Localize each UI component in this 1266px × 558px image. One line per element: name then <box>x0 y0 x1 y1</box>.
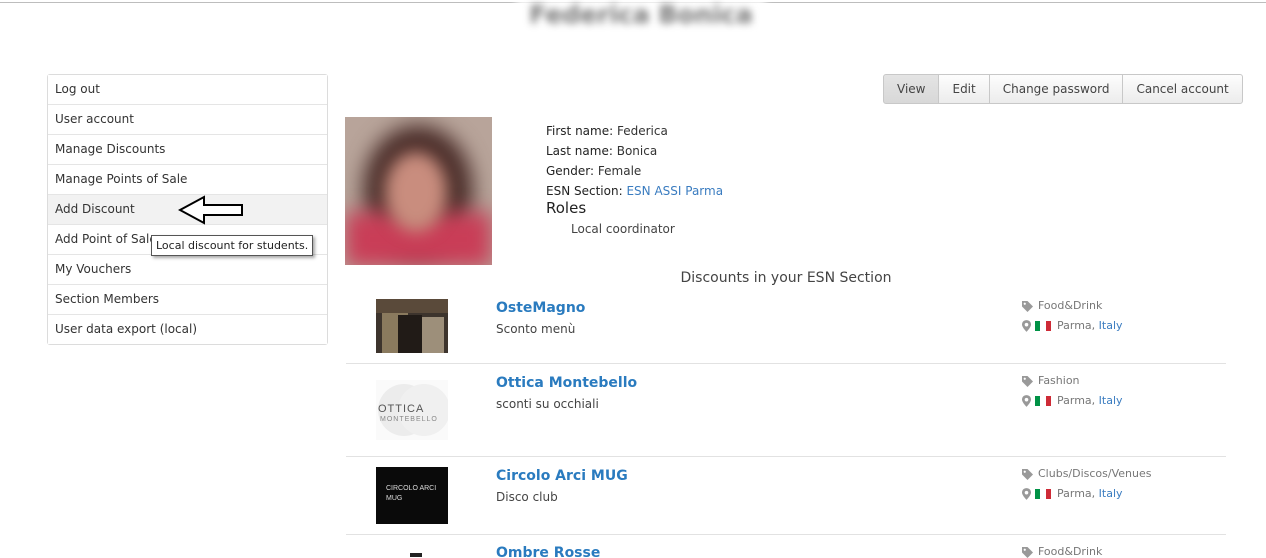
discount-thumbnail[interactable] <box>376 299 448 353</box>
discount-country-link[interactable]: Italy <box>1099 316 1123 336</box>
italy-flag-icon <box>1035 321 1051 331</box>
discount-item: Ombre Rosse Food&Drink <box>346 535 1226 558</box>
discount-item: CIRCOLO ARCI MUG Circolo Arci MUG Disco … <box>346 457 1226 535</box>
last-name-row: Last name: Bonica <box>546 141 723 161</box>
tooltip: Local discount for students. <box>151 235 314 256</box>
esn-section-label: ESN Section: <box>546 184 623 198</box>
gender-value: Female <box>597 164 642 178</box>
discount-subtitle: Disco club <box>496 490 558 504</box>
discount-city: Parma <box>1057 487 1092 500</box>
tag-icon <box>1022 300 1033 312</box>
avatar <box>345 117 492 265</box>
menu-item-my-vouchers[interactable]: My Vouchers <box>48 255 327 285</box>
user-name-heading: Federica Bonica <box>516 0 766 30</box>
discount-item: OsteMagno Sconto menù Food&Drink Parma, … <box>346 289 1226 364</box>
logo-text: OTTICA <box>378 403 425 415</box>
menu-item-manage-discounts[interactable]: Manage Discounts <box>48 135 327 165</box>
first-name-label: First name: <box>546 124 614 138</box>
gender-row: Gender: Female <box>546 161 723 181</box>
discount-thumbnail[interactable]: OTTICA MONTEBELLO <box>376 380 448 440</box>
tag-icon <box>1022 375 1033 387</box>
discount-category: Food&Drink <box>1038 299 1103 312</box>
first-name-value: Federica <box>616 124 668 138</box>
discount-item: OTTICA MONTEBELLO Ottica Montebello scon… <box>346 364 1226 457</box>
role-item: Local coordinator <box>571 222 675 236</box>
discount-title[interactable]: Ombre Rosse <box>496 545 600 558</box>
esn-section-link[interactable]: ESN ASSI Parma <box>626 184 723 198</box>
location-pin-icon <box>1022 488 1031 500</box>
profile-info: First name: Federica Last name: Bonica G… <box>546 121 723 201</box>
last-name-value: Bonica <box>616 144 658 158</box>
logo-subtext: MUG <box>386 495 403 502</box>
italy-flag-icon <box>1035 489 1051 499</box>
menu-item-section-members[interactable]: Section Members <box>48 285 327 315</box>
tab-view[interactable]: View <box>883 74 940 104</box>
tab-cancel-account[interactable]: Cancel account <box>1122 74 1243 104</box>
menu-item-user-data-export[interactable]: User data export (local) <box>48 315 327 344</box>
italy-flag-icon <box>1035 396 1051 406</box>
account-tabs: View Edit Change password Cancel account <box>883 74 1243 104</box>
tag-icon <box>1022 546 1033 558</box>
first-name-row: First name: Federica <box>546 121 723 141</box>
discount-title[interactable]: OsteMagno <box>496 300 585 316</box>
tab-edit[interactable]: Edit <box>938 74 990 104</box>
discount-meta: Clubs/Discos/Venues Parma, Italy <box>1022 464 1151 504</box>
discounts-heading: Discounts in your ESN Section <box>680 270 892 286</box>
location-pin-icon <box>1022 320 1031 332</box>
location-pin-icon <box>1022 395 1031 407</box>
discount-meta: Food&Drink Parma, Italy <box>1022 296 1123 336</box>
discount-meta: Food&Drink <box>1022 542 1102 558</box>
menu-item-manage-points-of-sale[interactable]: Manage Points of Sale <box>48 165 327 195</box>
discount-thumbnail[interactable] <box>376 547 448 558</box>
discount-country-link[interactable]: Italy <box>1099 391 1123 411</box>
roles-heading: Roles <box>546 199 587 217</box>
menu-item-user-account[interactable]: User account <box>48 105 327 135</box>
discount-subtitle: sconti su occhiali <box>496 397 599 411</box>
pointer-arrow-icon <box>178 195 243 225</box>
discount-city: Parma <box>1057 319 1092 332</box>
gender-label: Gender: <box>546 164 595 178</box>
discount-title[interactable]: Circolo Arci MUG <box>496 468 628 484</box>
logo-subtext: MONTEBELLO <box>380 416 438 423</box>
menu-item-log-out[interactable]: Log out <box>48 75 327 105</box>
discount-category: Fashion <box>1038 374 1080 387</box>
logo-text: CIRCOLO ARCI <box>386 485 437 492</box>
last-name-label: Last name: <box>546 144 613 158</box>
discount-city: Parma <box>1057 394 1092 407</box>
discount-category: Food&Drink <box>1038 545 1103 558</box>
discount-title[interactable]: Ottica Montebello <box>496 375 637 391</box>
discount-category: Clubs/Discos/Venues <box>1038 467 1152 480</box>
discount-meta: Fashion Parma, Italy <box>1022 371 1123 411</box>
tab-change-password[interactable]: Change password <box>988 74 1124 104</box>
discount-thumbnail[interactable]: CIRCOLO ARCI MUG <box>376 467 448 524</box>
discount-country-link[interactable]: Italy <box>1099 484 1123 504</box>
esn-section-row: ESN Section: ESN ASSI Parma <box>546 181 723 201</box>
tag-icon <box>1022 468 1033 480</box>
discount-subtitle: Sconto menù <box>496 322 576 336</box>
